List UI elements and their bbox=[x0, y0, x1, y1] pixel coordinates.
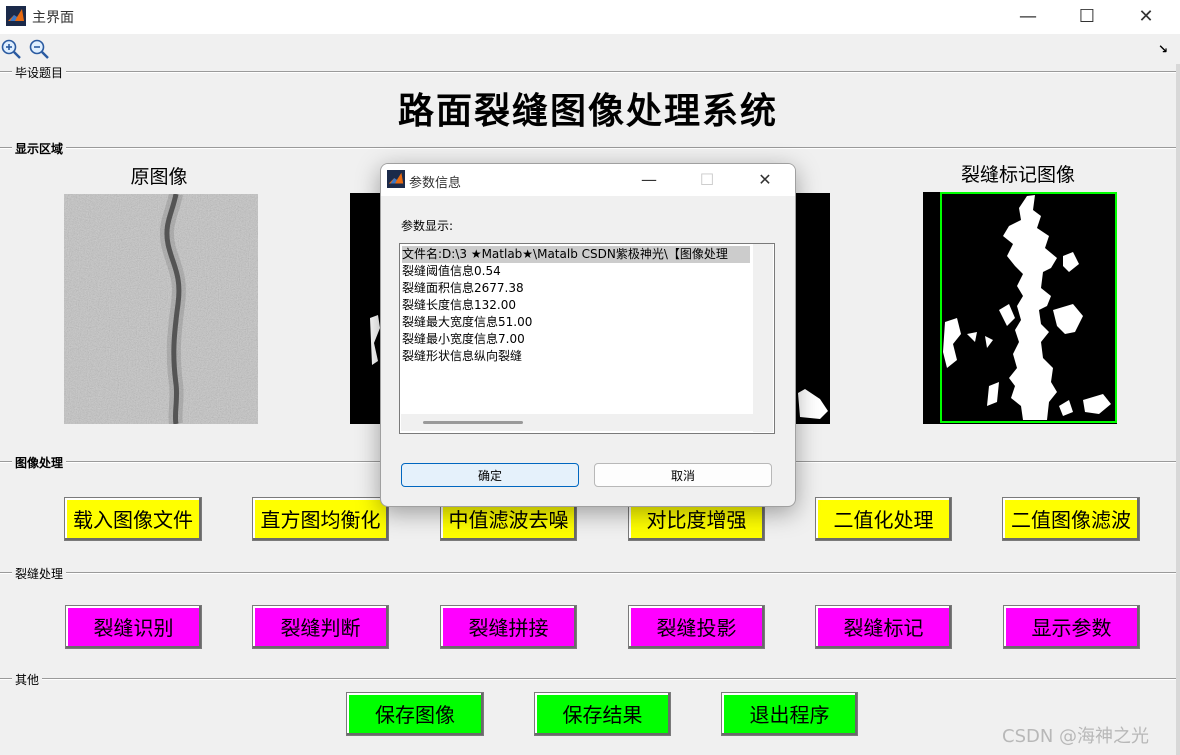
crack-projection-button[interactable]: 裂缝投影 bbox=[628, 605, 765, 649]
panel-label-display: 显示区域 bbox=[12, 140, 67, 157]
zoom-out-icon[interactable] bbox=[28, 38, 50, 60]
panel-label-other: 其他 bbox=[12, 671, 43, 688]
main-title: 路面裂缝图像处理系统 bbox=[397, 90, 778, 132]
params-label: 参数显示: bbox=[401, 219, 454, 233]
original-image-title: 原图像 bbox=[130, 166, 188, 188]
binarize-button[interactable]: 二值化处理 bbox=[815, 497, 952, 541]
crack-splice-button[interactable]: 裂缝拼接 bbox=[440, 605, 577, 649]
marked-image-title: 裂缝标记图像 bbox=[960, 164, 1075, 186]
list-item[interactable]: 裂缝最大宽度信息51.00 bbox=[402, 314, 532, 331]
params-listbox[interactable]: 文件名:D:\3 ★Matlab★\Matalb CSDN紫极神光\【图像处理 … bbox=[399, 243, 775, 434]
crack-mark-button[interactable]: 裂缝标记 bbox=[815, 605, 952, 649]
vertical-scrollbar[interactable] bbox=[753, 244, 773, 432]
list-item[interactable]: 裂缝长度信息132.00 bbox=[402, 297, 516, 314]
horizontal-scrollbar[interactable] bbox=[401, 414, 753, 431]
panel-label-image-processing: 图像处理 bbox=[12, 454, 67, 471]
panel-border-other bbox=[0, 678, 1176, 680]
original-image bbox=[64, 194, 258, 424]
minimize-button[interactable]: — bbox=[1005, 4, 1051, 30]
show-params-button[interactable]: 显示参数 bbox=[1003, 605, 1140, 649]
panel-border-topic bbox=[0, 71, 1176, 73]
crack-recognition-button[interactable]: 裂缝识别 bbox=[65, 605, 202, 649]
ok-button[interactable]: 确定 bbox=[401, 463, 579, 487]
window-title: 主界面 bbox=[32, 10, 74, 26]
dialog-close-button[interactable]: ✕ bbox=[745, 168, 785, 192]
window-titlebar bbox=[0, 0, 1180, 34]
zoom-in-icon[interactable] bbox=[0, 38, 22, 60]
dialog-maximize-button: ☐ bbox=[699, 170, 715, 189]
dialog-minimize-button[interactable]: — bbox=[629, 168, 669, 192]
cancel-button[interactable]: 取消 bbox=[594, 463, 772, 487]
save-result-button[interactable]: 保存结果 bbox=[534, 692, 671, 736]
list-item[interactable]: 文件名:D:\3 ★Matlab★\Matalb CSDN紫极神光\【图像处理 bbox=[402, 246, 750, 263]
list-item[interactable]: 裂缝形状信息纵向裂缝 bbox=[402, 348, 522, 365]
matlab-logo-icon bbox=[387, 170, 405, 188]
toolbar bbox=[0, 34, 1180, 64]
close-button[interactable]: ✕ bbox=[1123, 4, 1169, 30]
panel-border-display bbox=[0, 147, 1176, 149]
dialog-title: 参数信息 bbox=[409, 176, 462, 191]
params-dialog: 参数信息 — ☐ ✕ 参数显示: 文件名:D:\3 ★Matlab★\Matal… bbox=[380, 163, 796, 507]
panel-label-topic: 毕设题目 bbox=[12, 64, 67, 81]
matlab-logo-icon bbox=[6, 6, 26, 26]
load-image-button[interactable]: 载入图像文件 bbox=[64, 497, 202, 541]
watermark: CSDN @海神之光 bbox=[1002, 726, 1150, 747]
maximize-button[interactable]: ☐ bbox=[1064, 4, 1110, 30]
dock-arrow-icon[interactable]: ↘ bbox=[1158, 42, 1168, 56]
panel-border-crack-processing bbox=[0, 572, 1176, 574]
panel-label-crack-processing: 裂缝处理 bbox=[12, 565, 67, 582]
crack-judge-button[interactable]: 裂缝判断 bbox=[252, 605, 389, 649]
right-edge bbox=[1176, 64, 1180, 755]
horizontal-scroll-thumb[interactable] bbox=[423, 421, 523, 424]
list-item[interactable]: 裂缝最小宽度信息7.00 bbox=[402, 331, 525, 348]
list-item[interactable]: 裂缝面积信息2677.38 bbox=[402, 280, 524, 297]
binary-filter-button[interactable]: 二值图像滤波 bbox=[1002, 497, 1140, 541]
exit-button[interactable]: 退出程序 bbox=[721, 692, 858, 736]
histogram-equalization-button[interactable]: 直方图均衡化 bbox=[252, 497, 389, 541]
crack-marked-image bbox=[923, 192, 1117, 424]
list-item[interactable]: 裂缝阈值信息0.54 bbox=[402, 263, 501, 280]
save-image-button[interactable]: 保存图像 bbox=[346, 692, 484, 736]
